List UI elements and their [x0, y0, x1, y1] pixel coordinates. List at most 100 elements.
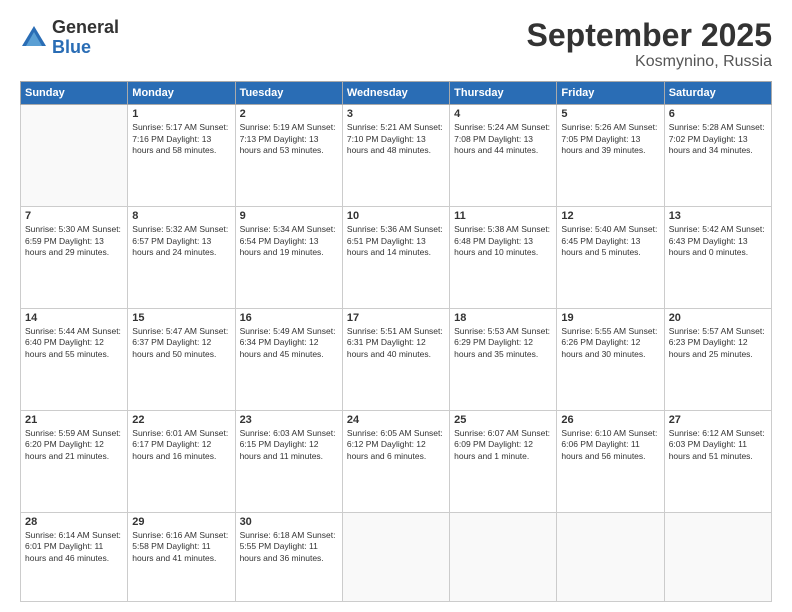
calendar-cell: 2Sunrise: 5:19 AM Sunset: 7:13 PM Daylig…: [235, 105, 342, 207]
calendar-cell: [450, 512, 557, 601]
logo-blue: Blue: [52, 38, 119, 58]
calendar-cell: 25Sunrise: 6:07 AM Sunset: 6:09 PM Dayli…: [450, 410, 557, 512]
day-info: Sunrise: 5:24 AM Sunset: 7:08 PM Dayligh…: [454, 122, 552, 156]
calendar-cell: 4 Sunrise: 5:24 AM Sunset: 7:08 PM Daylig…: [450, 105, 557, 207]
calendar-week-1: 1Sunrise: 5:17 AM Sunset: 7:16 PM Daylig…: [21, 105, 772, 207]
title-block: September 2025 Kosmynino, Russia: [527, 18, 772, 71]
day-number: 16: [240, 312, 338, 324]
calendar-cell: 3 Sunrise: 5:21 AM Sunset: 7:10 PM Daylig…: [342, 105, 449, 207]
calendar-cell: 8 Sunrise: 5:32 AM Sunset: 6:57 PM Daylig…: [128, 207, 235, 309]
day-number: 17: [347, 312, 445, 324]
col-header-monday: Monday: [128, 82, 235, 105]
day-number: 20: [669, 312, 767, 324]
day-number: 19: [561, 312, 659, 324]
day-info: Sunrise: 5:34 AM Sunset: 6:54 PM Dayligh…: [240, 224, 338, 258]
calendar-cell: 27 Sunrise: 6:12 AM Sunset: 6:03 PM Dayli…: [664, 410, 771, 512]
calendar-cell: 17 Sunrise: 5:51 AM Sunset: 6:31 PM Dayli…: [342, 309, 449, 411]
calendar-week-5: 28 Sunrise: 6:14 AM Sunset: 6:01 PM Dayli…: [21, 512, 772, 601]
calendar-week-4: 21 Sunrise: 5:59 AM Sunset: 6:20 PM Dayli…: [21, 410, 772, 512]
day-info: Sunrise: 5:47 AM Sunset: 6:37 PM Dayligh…: [132, 326, 230, 360]
day-info: Sunrise: 5:21 AM Sunset: 7:10 PM Dayligh…: [347, 122, 445, 156]
day-number: 7: [25, 210, 123, 222]
calendar-cell: 22Sunrise: 6:01 AM Sunset: 6:17 PM Dayli…: [128, 410, 235, 512]
page: General Blue September 2025 Kosmynino, R…: [0, 0, 792, 612]
calendar-cell: 15 Sunrise: 5:47 AM Sunset: 6:37 PM Dayli…: [128, 309, 235, 411]
day-info: Sunrise: 6:05 AM Sunset: 6:12 PM Dayligh…: [347, 428, 445, 462]
day-info: Sunrise: 6:12 AM Sunset: 6:03 PM Dayligh…: [669, 428, 767, 462]
day-info: Sunrise: 5:38 AM Sunset: 6:48 PM Dayligh…: [454, 224, 552, 258]
day-number: 21: [25, 414, 123, 426]
month-title: September 2025: [527, 18, 772, 53]
header: General Blue September 2025 Kosmynino, R…: [20, 18, 772, 71]
col-header-sunday: Sunday: [21, 82, 128, 105]
calendar-cell: 21 Sunrise: 5:59 AM Sunset: 6:20 PM Dayli…: [21, 410, 128, 512]
calendar-cell: 16Sunrise: 5:49 AM Sunset: 6:34 PM Dayli…: [235, 309, 342, 411]
day-number: 5: [561, 108, 659, 120]
day-info: Sunrise: 5:59 AM Sunset: 6:20 PM Dayligh…: [25, 428, 123, 462]
day-info: Sunrise: 6:03 AM Sunset: 6:15 PM Dayligh…: [240, 428, 338, 462]
logo-text: General Blue: [52, 18, 119, 58]
day-number: 22: [132, 414, 230, 426]
calendar-cell: 11Sunrise: 5:38 AM Sunset: 6:48 PM Dayli…: [450, 207, 557, 309]
calendar-cell: 20 Sunrise: 5:57 AM Sunset: 6:23 PM Dayli…: [664, 309, 771, 411]
day-number: 13: [669, 210, 767, 222]
day-number: 15: [132, 312, 230, 324]
calendar-cell: 7 Sunrise: 5:30 AM Sunset: 6:59 PM Daylig…: [21, 207, 128, 309]
day-number: 23: [240, 414, 338, 426]
calendar-cell: 5 Sunrise: 5:26 AM Sunset: 7:05 PM Daylig…: [557, 105, 664, 207]
day-number: 10: [347, 210, 445, 222]
day-info: Sunrise: 5:26 AM Sunset: 7:05 PM Dayligh…: [561, 122, 659, 156]
day-number: 27: [669, 414, 767, 426]
calendar-cell: 6Sunrise: 5:28 AM Sunset: 7:02 PM Daylig…: [664, 105, 771, 207]
day-info: Sunrise: 5:17 AM Sunset: 7:16 PM Dayligh…: [132, 122, 230, 156]
calendar-cell: 13 Sunrise: 5:42 AM Sunset: 6:43 PM Dayli…: [664, 207, 771, 309]
day-info: Sunrise: 6:16 AM Sunset: 5:58 PM Dayligh…: [132, 530, 230, 564]
calendar-cell: [557, 512, 664, 601]
calendar-cell: 23 Sunrise: 6:03 AM Sunset: 6:15 PM Dayli…: [235, 410, 342, 512]
logo: General Blue: [20, 18, 119, 58]
day-number: 29: [132, 516, 230, 528]
logo-general: General: [52, 18, 119, 38]
day-info: Sunrise: 5:57 AM Sunset: 6:23 PM Dayligh…: [669, 326, 767, 360]
col-header-tuesday: Tuesday: [235, 82, 342, 105]
calendar-cell: 26Sunrise: 6:10 AM Sunset: 6:06 PM Dayli…: [557, 410, 664, 512]
calendar-cell: [664, 512, 771, 601]
col-header-wednesday: Wednesday: [342, 82, 449, 105]
calendar-cell: 29 Sunrise: 6:16 AM Sunset: 5:58 PM Dayli…: [128, 512, 235, 601]
day-number: 24: [347, 414, 445, 426]
day-number: 18: [454, 312, 552, 324]
day-info: Sunrise: 5:44 AM Sunset: 6:40 PM Dayligh…: [25, 326, 123, 360]
day-number: 4: [454, 108, 552, 120]
day-number: 26: [561, 414, 659, 426]
day-number: 8: [132, 210, 230, 222]
calendar-header-row: SundayMondayTuesdayWednesdayThursdayFrid…: [21, 82, 772, 105]
calendar-cell: 28 Sunrise: 6:14 AM Sunset: 6:01 PM Dayli…: [21, 512, 128, 601]
calendar-cell: 18 Sunrise: 5:53 AM Sunset: 6:29 PM Dayli…: [450, 309, 557, 411]
col-header-friday: Friday: [557, 82, 664, 105]
day-info: Sunrise: 5:28 AM Sunset: 7:02 PM Dayligh…: [669, 122, 767, 156]
location: Kosmynino, Russia: [527, 53, 772, 71]
calendar-table: SundayMondayTuesdayWednesdayThursdayFrid…: [20, 81, 772, 602]
day-info: Sunrise: 5:32 AM Sunset: 6:57 PM Dayligh…: [132, 224, 230, 258]
day-info: Sunrise: 6:14 AM Sunset: 6:01 PM Dayligh…: [25, 530, 123, 564]
day-info: Sunrise: 5:42 AM Sunset: 6:43 PM Dayligh…: [669, 224, 767, 258]
day-number: 3: [347, 108, 445, 120]
day-info: Sunrise: 5:51 AM Sunset: 6:31 PM Dayligh…: [347, 326, 445, 360]
calendar-cell: 19Sunrise: 5:55 AM Sunset: 6:26 PM Dayli…: [557, 309, 664, 411]
day-number: 30: [240, 516, 338, 528]
day-info: Sunrise: 5:30 AM Sunset: 6:59 PM Dayligh…: [25, 224, 123, 258]
calendar-week-2: 7 Sunrise: 5:30 AM Sunset: 6:59 PM Daylig…: [21, 207, 772, 309]
day-number: 25: [454, 414, 552, 426]
calendar-cell: 9Sunrise: 5:34 AM Sunset: 6:54 PM Daylig…: [235, 207, 342, 309]
calendar-cell: 10Sunrise: 5:36 AM Sunset: 6:51 PM Dayli…: [342, 207, 449, 309]
calendar-cell: 12Sunrise: 5:40 AM Sunset: 6:45 PM Dayli…: [557, 207, 664, 309]
day-number: 14: [25, 312, 123, 324]
day-number: 12: [561, 210, 659, 222]
calendar-cell: 24 Sunrise: 6:05 AM Sunset: 6:12 PM Dayli…: [342, 410, 449, 512]
day-number: 2: [240, 108, 338, 120]
calendar-cell: [342, 512, 449, 601]
calendar-cell: 14 Sunrise: 5:44 AM Sunset: 6:40 PM Dayli…: [21, 309, 128, 411]
calendar-cell: 1Sunrise: 5:17 AM Sunset: 7:16 PM Daylig…: [128, 105, 235, 207]
day-info: Sunrise: 5:53 AM Sunset: 6:29 PM Dayligh…: [454, 326, 552, 360]
day-number: 28: [25, 516, 123, 528]
